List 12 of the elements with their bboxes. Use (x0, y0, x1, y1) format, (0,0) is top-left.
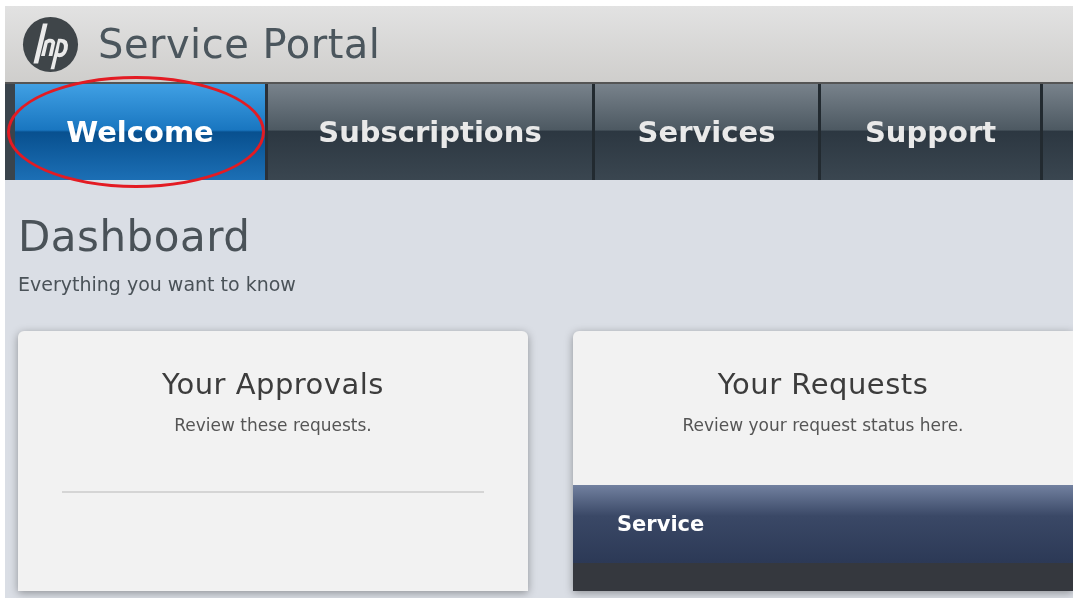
card-subtitle: Review these requests. (174, 415, 372, 435)
card-subtitle: Review your request status here. (682, 415, 964, 435)
portal-title: Service Portal (98, 21, 381, 67)
nav-tab[interactable]: Services (595, 84, 821, 180)
nav-tab[interactable]: Welcome (15, 84, 268, 180)
card-title: Your Approvals (162, 367, 384, 401)
column-header: Service (617, 512, 705, 536)
page-subtitle: Everything you want to know (18, 273, 297, 295)
nav-tab[interactable]: Support (821, 84, 1043, 180)
nav-tab[interactable]: Subscriptions (268, 84, 595, 180)
card-title: Your Requests (717, 367, 929, 401)
page-title: Dashboard (18, 212, 252, 261)
